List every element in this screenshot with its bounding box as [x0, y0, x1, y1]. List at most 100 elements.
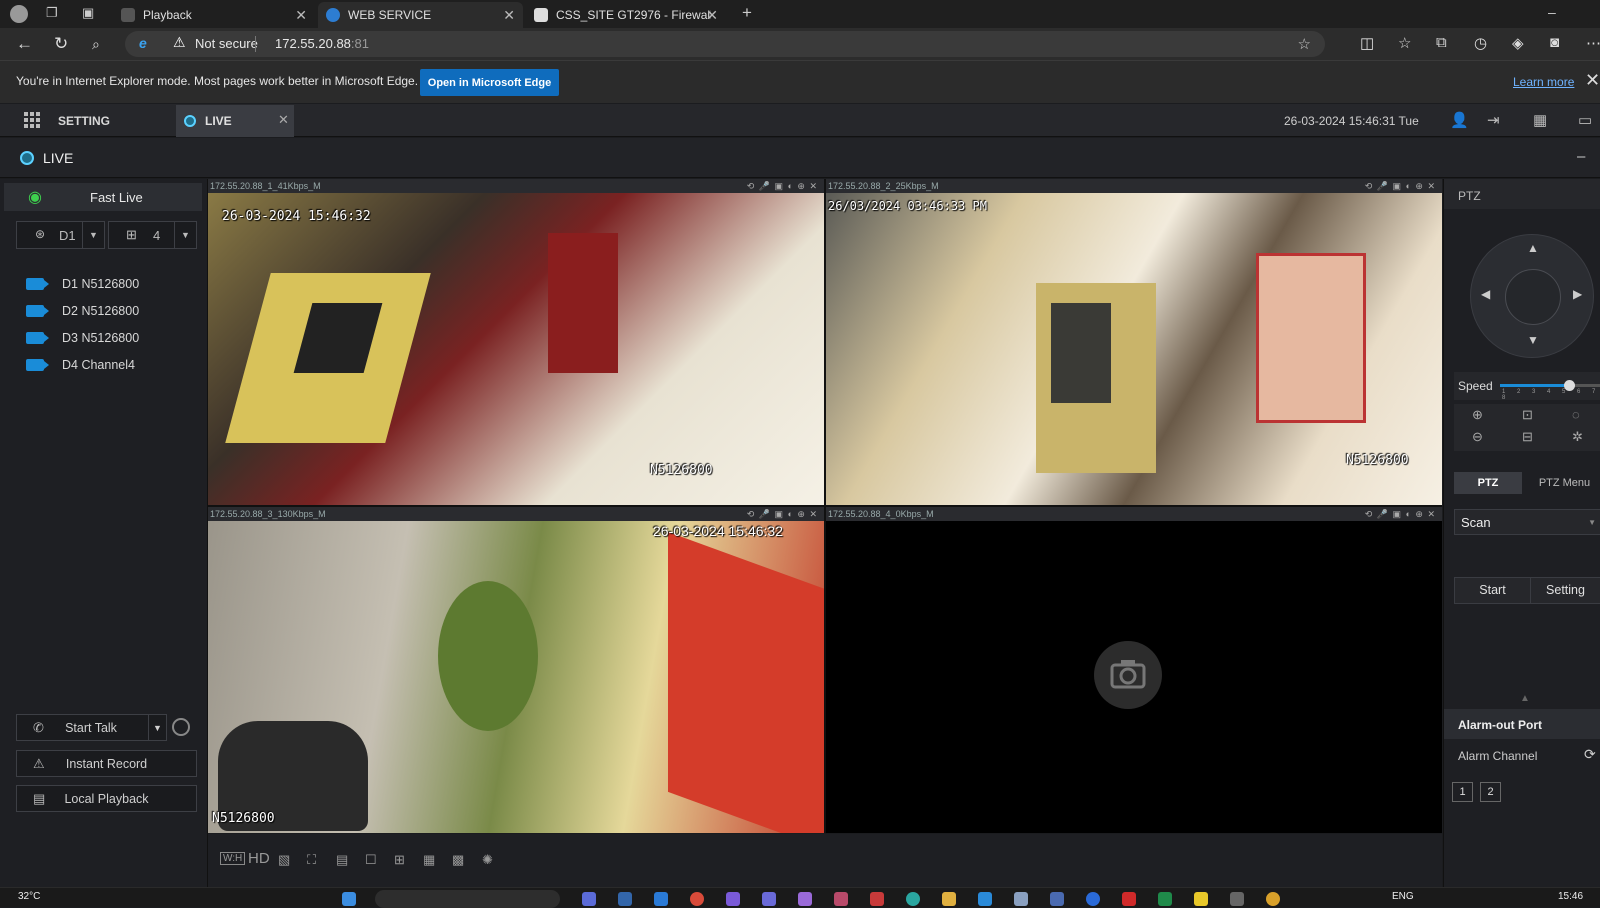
browser-tab-playback[interactable]: Playback ✕ — [113, 2, 315, 28]
pan-left-icon[interactable]: ◀ — [1481, 287, 1490, 301]
chevron-down-icon[interactable]: ▼ — [174, 222, 196, 248]
app-icon[interactable] — [834, 892, 848, 906]
layout-select[interactable]: ⊞ 4 ▼ — [108, 221, 197, 249]
history-icon[interactable]: ◷ — [1474, 34, 1487, 52]
monitor-icon[interactable]: ▭ — [1578, 111, 1592, 129]
url-text[interactable]: 172.55.20.88:81 — [275, 36, 369, 51]
split-screen-icon[interactable]: ◫ — [1360, 34, 1374, 52]
search-icon[interactable]: ⌕ — [92, 36, 100, 53]
workspaces-icon[interactable]: ❐ — [46, 5, 58, 21]
tab-live[interactable]: LIVE ✕ — [176, 105, 294, 137]
app-icon[interactable] — [1266, 892, 1280, 906]
layout-4-icon[interactable]: ⊞ — [394, 852, 405, 868]
tab-actions-icon[interactable]: ▣ — [82, 5, 94, 21]
warning-icon[interactable]: ⚠ — [173, 34, 186, 51]
profile-icon[interactable] — [10, 5, 28, 23]
browser-tab-web-service[interactable]: WEB SERVICE ✕ — [318, 2, 523, 28]
app-icon[interactable] — [762, 892, 776, 906]
video-pane-4[interactable]: 172.55.20.88_4_0Kbps_M ⟲ 🎤 ▣ ◐ ⊕ ✕ — [826, 507, 1442, 833]
zoom-in-icon[interactable]: ⊕ — [1472, 407, 1483, 423]
talk-dropdown-button[interactable]: ▼ — [148, 714, 167, 741]
fast-live-header[interactable]: ◉ Fast Live — [4, 183, 202, 211]
focus-far-icon[interactable]: ⊟ — [1522, 429, 1533, 445]
pane-controls-icon[interactable]: ⟲ 🎤 ▣ ◐ ⊕ ✕ — [747, 507, 818, 521]
video-pane-1[interactable]: 172.55.20.88_1_41Kbps_M ⟲ 🎤 ▣ ◐ ⊕ ✕ 26-0… — [208, 179, 824, 505]
close-icon[interactable]: ✕ — [295, 7, 307, 24]
url-field[interactable]: e ⚠ Not secure 172.55.20.88:81 ☆ — [125, 31, 1325, 57]
edge-icon[interactable] — [906, 892, 920, 906]
collapse-up-icon[interactable]: ▲ — [1520, 693, 1530, 704]
tab-ptz[interactable]: PTZ — [1454, 472, 1522, 494]
pane-controls-icon[interactable]: ⟲ 🎤 ▣ ◐ ⊕ ✕ — [1365, 507, 1436, 521]
app-icon[interactable] — [1122, 892, 1136, 906]
minimize-icon[interactable]: – — [1548, 4, 1556, 20]
logout-icon[interactable]: ⇥ — [1487, 111, 1500, 129]
alarm-port-2[interactable]: 2 — [1480, 782, 1501, 802]
chevron-down-icon[interactable]: ▼ — [82, 222, 104, 248]
language-indicator[interactable]: ENG — [1392, 891, 1414, 902]
user-icon[interactable]: 👤 — [1450, 111, 1469, 129]
setting-button[interactable]: Setting — [1530, 577, 1600, 604]
pan-up-icon[interactable]: ▲ — [1527, 241, 1539, 255]
aspect-ratio-icon[interactable]: W:H — [220, 852, 246, 865]
back-icon[interactable]: ← — [16, 34, 33, 54]
start-icon[interactable] — [342, 892, 356, 906]
video-pane-3[interactable]: 172.55.20.88_3_130Kbps_M ⟲ 🎤 ▣ ◐ ⊕ ✕ 26-… — [208, 507, 824, 833]
device-select[interactable]: ⊛ D1 ▼ — [16, 221, 105, 249]
extension-icon[interactable]: ◈ — [1512, 34, 1524, 52]
close-icon[interactable]: ✕ — [503, 7, 515, 24]
zoom-out-icon[interactable]: ⊖ — [1472, 429, 1483, 445]
app-icon[interactable] — [1230, 892, 1244, 906]
chrome-icon[interactable] — [690, 892, 704, 906]
instant-record-button[interactable]: ⚠ Instant Record — [16, 750, 197, 777]
favorites-icon[interactable]: ☆ — [1398, 34, 1411, 52]
weather-widget[interactable]: 32°C — [18, 891, 40, 902]
browser-tab-firewall[interactable]: CSS_SITE GT2976 - Firewall at ad ✕ — [526, 2, 726, 28]
app-icon[interactable] — [582, 892, 596, 906]
hd-toggle[interactable]: HD — [248, 850, 270, 867]
ptz-center-icon[interactable] — [1505, 269, 1561, 325]
alarm-port-1[interactable]: 1 — [1452, 782, 1473, 802]
layout-8-icon[interactable]: ▩ — [452, 852, 464, 868]
window-icon[interactable]: ▤ — [336, 852, 348, 868]
video-pane-2[interactable]: 172.55.20.88_2_25Kbps_M ⟲ 🎤 ▣ ◐ ⊕ ✕ 26/0… — [826, 179, 1442, 505]
collections-icon[interactable]: ⧉ — [1436, 34, 1447, 51]
close-icon[interactable]: ✕ — [706, 7, 718, 24]
start-button[interactable]: Start — [1454, 577, 1531, 604]
close-banner-icon[interactable]: ✕ — [1585, 70, 1600, 91]
refresh-icon[interactable]: ⟳ — [1584, 746, 1596, 763]
close-icon[interactable]: ✕ — [278, 112, 289, 128]
minimize-panel-icon[interactable]: – — [1577, 148, 1585, 165]
ptz-mode-select[interactable]: Scan ▼ — [1454, 509, 1600, 535]
more-icon[interactable]: ⋯ — [1586, 34, 1600, 52]
app-icon[interactable] — [726, 892, 740, 906]
start-talk-button[interactable]: ✆ Start Talk — [16, 714, 166, 741]
app-icon[interactable] — [798, 892, 812, 906]
learn-more-link[interactable]: Learn more — [1513, 75, 1574, 89]
tab-ptz-menu[interactable]: PTZ Menu — [1528, 472, 1600, 494]
refresh-icon[interactable]: ↻ — [54, 34, 68, 54]
layout-1-icon[interactable]: ☐ — [365, 852, 377, 868]
taskbar-search[interactable] — [375, 890, 560, 908]
tab-setting[interactable]: SETTING — [58, 114, 110, 128]
app-icon[interactable] — [1086, 892, 1100, 906]
taskbar-clock[interactable]: 15:46 — [1558, 891, 1583, 902]
folder-icon[interactable] — [942, 892, 956, 906]
pane-controls-icon[interactable]: ⟲ 🎤 ▣ ◐ ⊕ ✕ — [747, 179, 818, 193]
app-icon[interactable] — [1014, 892, 1028, 906]
stream-icon[interactable]: ▧ — [278, 852, 290, 868]
settings-icon[interactable]: ✺ — [482, 852, 493, 868]
local-playback-button[interactable]: ▤ Local Playback — [16, 785, 197, 812]
fullscreen-icon[interactable]: ⛶ — [307, 852, 316, 868]
pan-down-icon[interactable]: ▼ — [1527, 333, 1539, 347]
app-icon[interactable] — [618, 892, 632, 906]
mail-icon[interactable] — [654, 892, 668, 906]
speed-slider[interactable] — [1500, 380, 1600, 391]
notes-icon[interactable] — [1194, 892, 1208, 906]
browser-essentials-icon[interactable]: ◙ — [1550, 34, 1559, 51]
new-tab-icon[interactable]: + — [742, 3, 752, 23]
layout-6-icon[interactable]: ▦ — [423, 852, 435, 868]
security-label[interactable]: Not secure — [195, 36, 258, 51]
open-in-edge-button[interactable]: Open in Microsoft Edge — [420, 69, 559, 96]
iris-close-icon[interactable]: ✲ — [1572, 429, 1583, 445]
